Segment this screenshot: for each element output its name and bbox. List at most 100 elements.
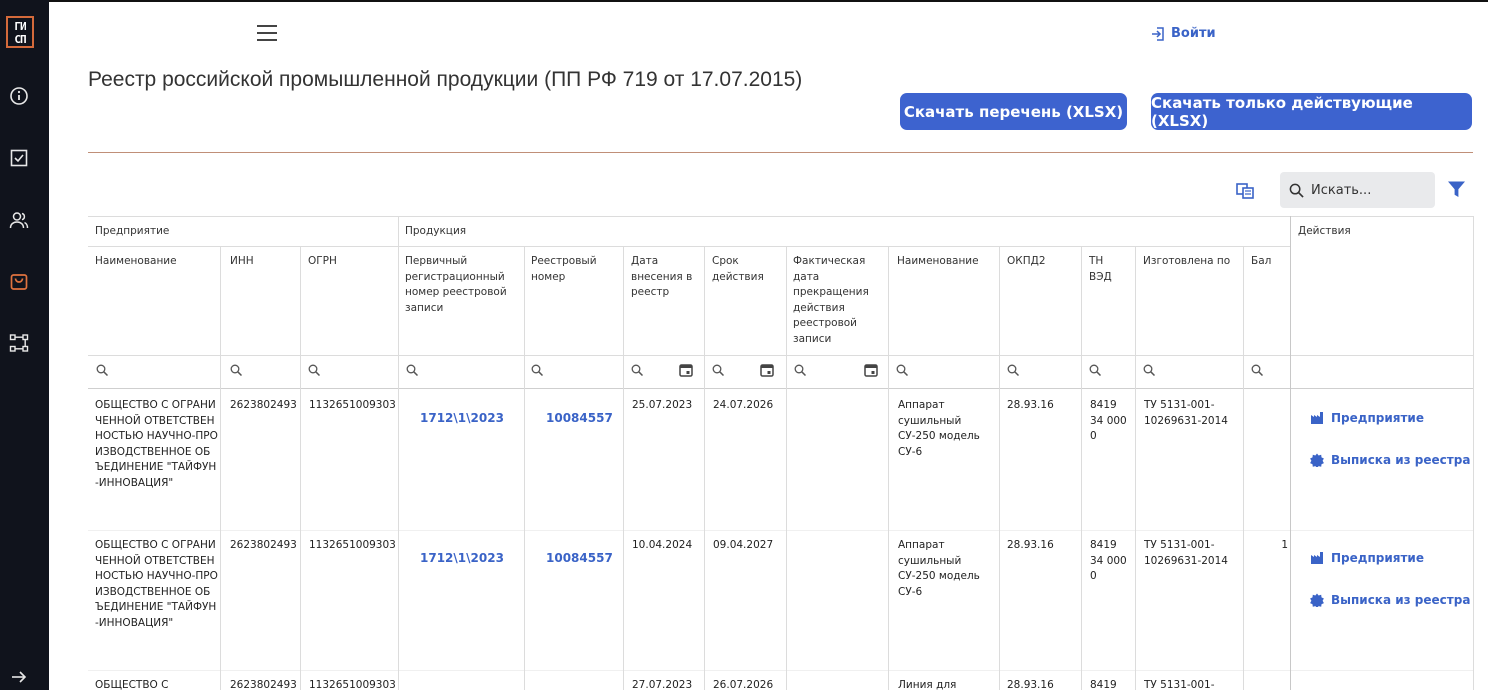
registry-table: Предприятие Продукция Действия Наименова…: [88, 216, 1474, 690]
global-search[interactable]: [1280, 172, 1435, 208]
filter-made-by[interactable]: [1143, 364, 1155, 379]
sidebar-item-info[interactable]: [8, 85, 30, 107]
calendar-icon: [864, 364, 878, 377]
column-header-ogrn[interactable]: ОГРН: [308, 254, 393, 270]
column-header-name[interactable]: Наименование: [95, 254, 215, 270]
table-row-1-enterprise-action[interactable]: Предприятие: [1310, 411, 1424, 425]
search-icon: [1007, 364, 1019, 377]
top-border: [0, 0, 1488, 2]
group-header-product: Продукция: [405, 225, 467, 237]
extract-action-label: Выписка из реестра: [1331, 453, 1471, 467]
table-row-3-product-name: Линия для: [898, 679, 957, 690]
search-icon: [96, 364, 108, 377]
filter-primary-reg[interactable]: [406, 364, 418, 379]
info-icon: [10, 87, 28, 105]
calendar-icon: [679, 364, 693, 377]
column-header-tn-ved[interactable]: ТН ВЭД: [1089, 254, 1119, 285]
filter-date-added[interactable]: [631, 364, 643, 379]
filter-inn[interactable]: [230, 364, 242, 379]
search-icon: [230, 364, 242, 377]
table-row-2-primary-reg-link[interactable]: 1712\1\2023: [420, 551, 520, 565]
sidebar-item-users[interactable]: [8, 209, 30, 231]
table-row-2-valid-until: 09.04.2027: [713, 539, 774, 551]
filter-okpd2[interactable]: [1007, 364, 1019, 379]
search-icon: [406, 364, 418, 377]
filter-ogrn[interactable]: [308, 364, 320, 379]
badge-icon: [1310, 453, 1324, 467]
column-header-balls[interactable]: Бал: [1251, 254, 1289, 270]
search-icon: [308, 364, 320, 377]
table-row-3-ogrn: 1132651009303: [309, 679, 396, 690]
search-icon: [1143, 364, 1155, 377]
column-settings-button[interactable]: [1236, 182, 1254, 200]
table-row-2-product-name: Аппарат сушильный СУ-250 модель СУ-6: [898, 539, 980, 598]
table-row-2-reg-number-link[interactable]: 10084557: [546, 551, 621, 565]
column-header-made-by[interactable]: Изготовлена по: [1143, 254, 1239, 270]
table-row-1-product-name: Аппарат сушильный СУ-250 модель СУ-6: [898, 399, 980, 458]
filter-reg-number[interactable]: [531, 364, 543, 379]
column-header-date-terminated[interactable]: Фактическая дата прекращения действия ре…: [793, 254, 878, 347]
filter-valid-until[interactable]: [712, 364, 724, 379]
table-row-2-made-by: ТУ 5131-001-10269631-2014: [1144, 539, 1228, 567]
search-icon: [712, 364, 724, 377]
search-input[interactable]: [1311, 182, 1421, 198]
search-icon: [794, 364, 806, 377]
filter-product-name[interactable]: [896, 364, 908, 379]
column-header-valid-until[interactable]: Срок действия: [712, 254, 782, 285]
column-header-product-name[interactable]: Наименование: [897, 254, 995, 270]
date-terminated-calendar-button[interactable]: [864, 363, 878, 380]
column-header-reg-number[interactable]: Реестровый номер: [531, 254, 619, 285]
search-icon: [531, 364, 543, 377]
filter-balls[interactable]: [1251, 364, 1263, 379]
table-row-3-okpd2: 28.93.16: [1007, 679, 1054, 690]
login-label: Войти: [1171, 26, 1216, 41]
date-added-calendar-button[interactable]: [679, 363, 693, 380]
table-row-1-reg-number-link[interactable]: 10084557: [546, 411, 621, 425]
menu-toggle-button[interactable]: [257, 25, 277, 43]
sidebar-expand-button[interactable]: [8, 666, 30, 688]
sidebar-item-process[interactable]: [8, 332, 30, 354]
download-active-button[interactable]: Скачать только действующие (XLSX): [1151, 93, 1472, 130]
table-row-3-made-by: ТУ 5131-001-: [1144, 679, 1215, 690]
filter-tn-ved[interactable]: [1089, 364, 1101, 379]
table-row-1-name: ОБЩЕСТВО С ОГРАНИЧЕННОЙ ОТВЕТСТВЕННОСТЬЮ…: [95, 399, 218, 489]
filter-icon: [1448, 181, 1465, 197]
sidebar-item-registry[interactable]: [8, 270, 30, 292]
factory-icon: [1311, 552, 1323, 564]
hamburger-icon: [257, 25, 277, 27]
table-row-1-extract-action[interactable]: Выписка из реестра: [1310, 453, 1470, 467]
sidebar-item-tasks[interactable]: [8, 147, 30, 169]
login-link[interactable]: Войти: [1151, 26, 1216, 41]
valid-until-calendar-button[interactable]: [760, 363, 774, 380]
table-row-2-extract-action[interactable]: Выписка из реестра: [1310, 593, 1470, 607]
filter-name[interactable]: [96, 364, 108, 379]
table-row-1-primary-reg-link[interactable]: 1712\1\2023: [420, 411, 520, 425]
filter-date-terminated[interactable]: [794, 364, 806, 379]
table-row-2-enterprise-action[interactable]: Предприятие: [1310, 551, 1424, 565]
search-icon: [631, 364, 643, 377]
logo-line-1: ГИ: [14, 20, 26, 33]
table-row-3-name: ОБЩЕСТВО С: [95, 679, 169, 690]
column-header-inn[interactable]: ИНН: [230, 254, 295, 270]
group-header-actions: Действия: [1298, 225, 1351, 237]
table-row-1-ogrn: 1132651009303: [309, 399, 396, 411]
table-row-2-date-added: 10.04.2024: [632, 539, 693, 551]
column-header-okpd2[interactable]: ОКПД2: [1007, 254, 1077, 270]
filter-button[interactable]: [1447, 180, 1466, 199]
login-icon: [1152, 26, 1164, 41]
group-header-enterprise: Предприятие: [95, 225, 170, 237]
table-row-2-inn: 2623802493: [230, 539, 297, 551]
download-list-button[interactable]: Скачать перечень (XLSX): [900, 93, 1127, 130]
table-row-1-tn-ved: 8419 34 000 0: [1090, 399, 1127, 442]
page-title: Реестр российской промышленной продукции…: [88, 68, 803, 91]
column-header-date-added[interactable]: Дата внесения в реестр: [631, 254, 699, 301]
table-row-3-date-added: 27.07.2023: [632, 679, 693, 690]
table-row-1-inn: 2623802493: [230, 399, 297, 411]
enterprise-action-label: Предприятие: [1331, 411, 1424, 425]
app-logo[interactable]: ГИ СП: [6, 16, 34, 48]
extract-action-label: Выписка из реестра: [1331, 593, 1471, 607]
column-header-primary-reg[interactable]: Первичный регистрационный номер реестров…: [405, 254, 517, 316]
badge-icon: [1310, 593, 1324, 607]
users-icon: [9, 212, 29, 229]
table-row-1-okpd2: 28.93.16: [1007, 399, 1054, 411]
